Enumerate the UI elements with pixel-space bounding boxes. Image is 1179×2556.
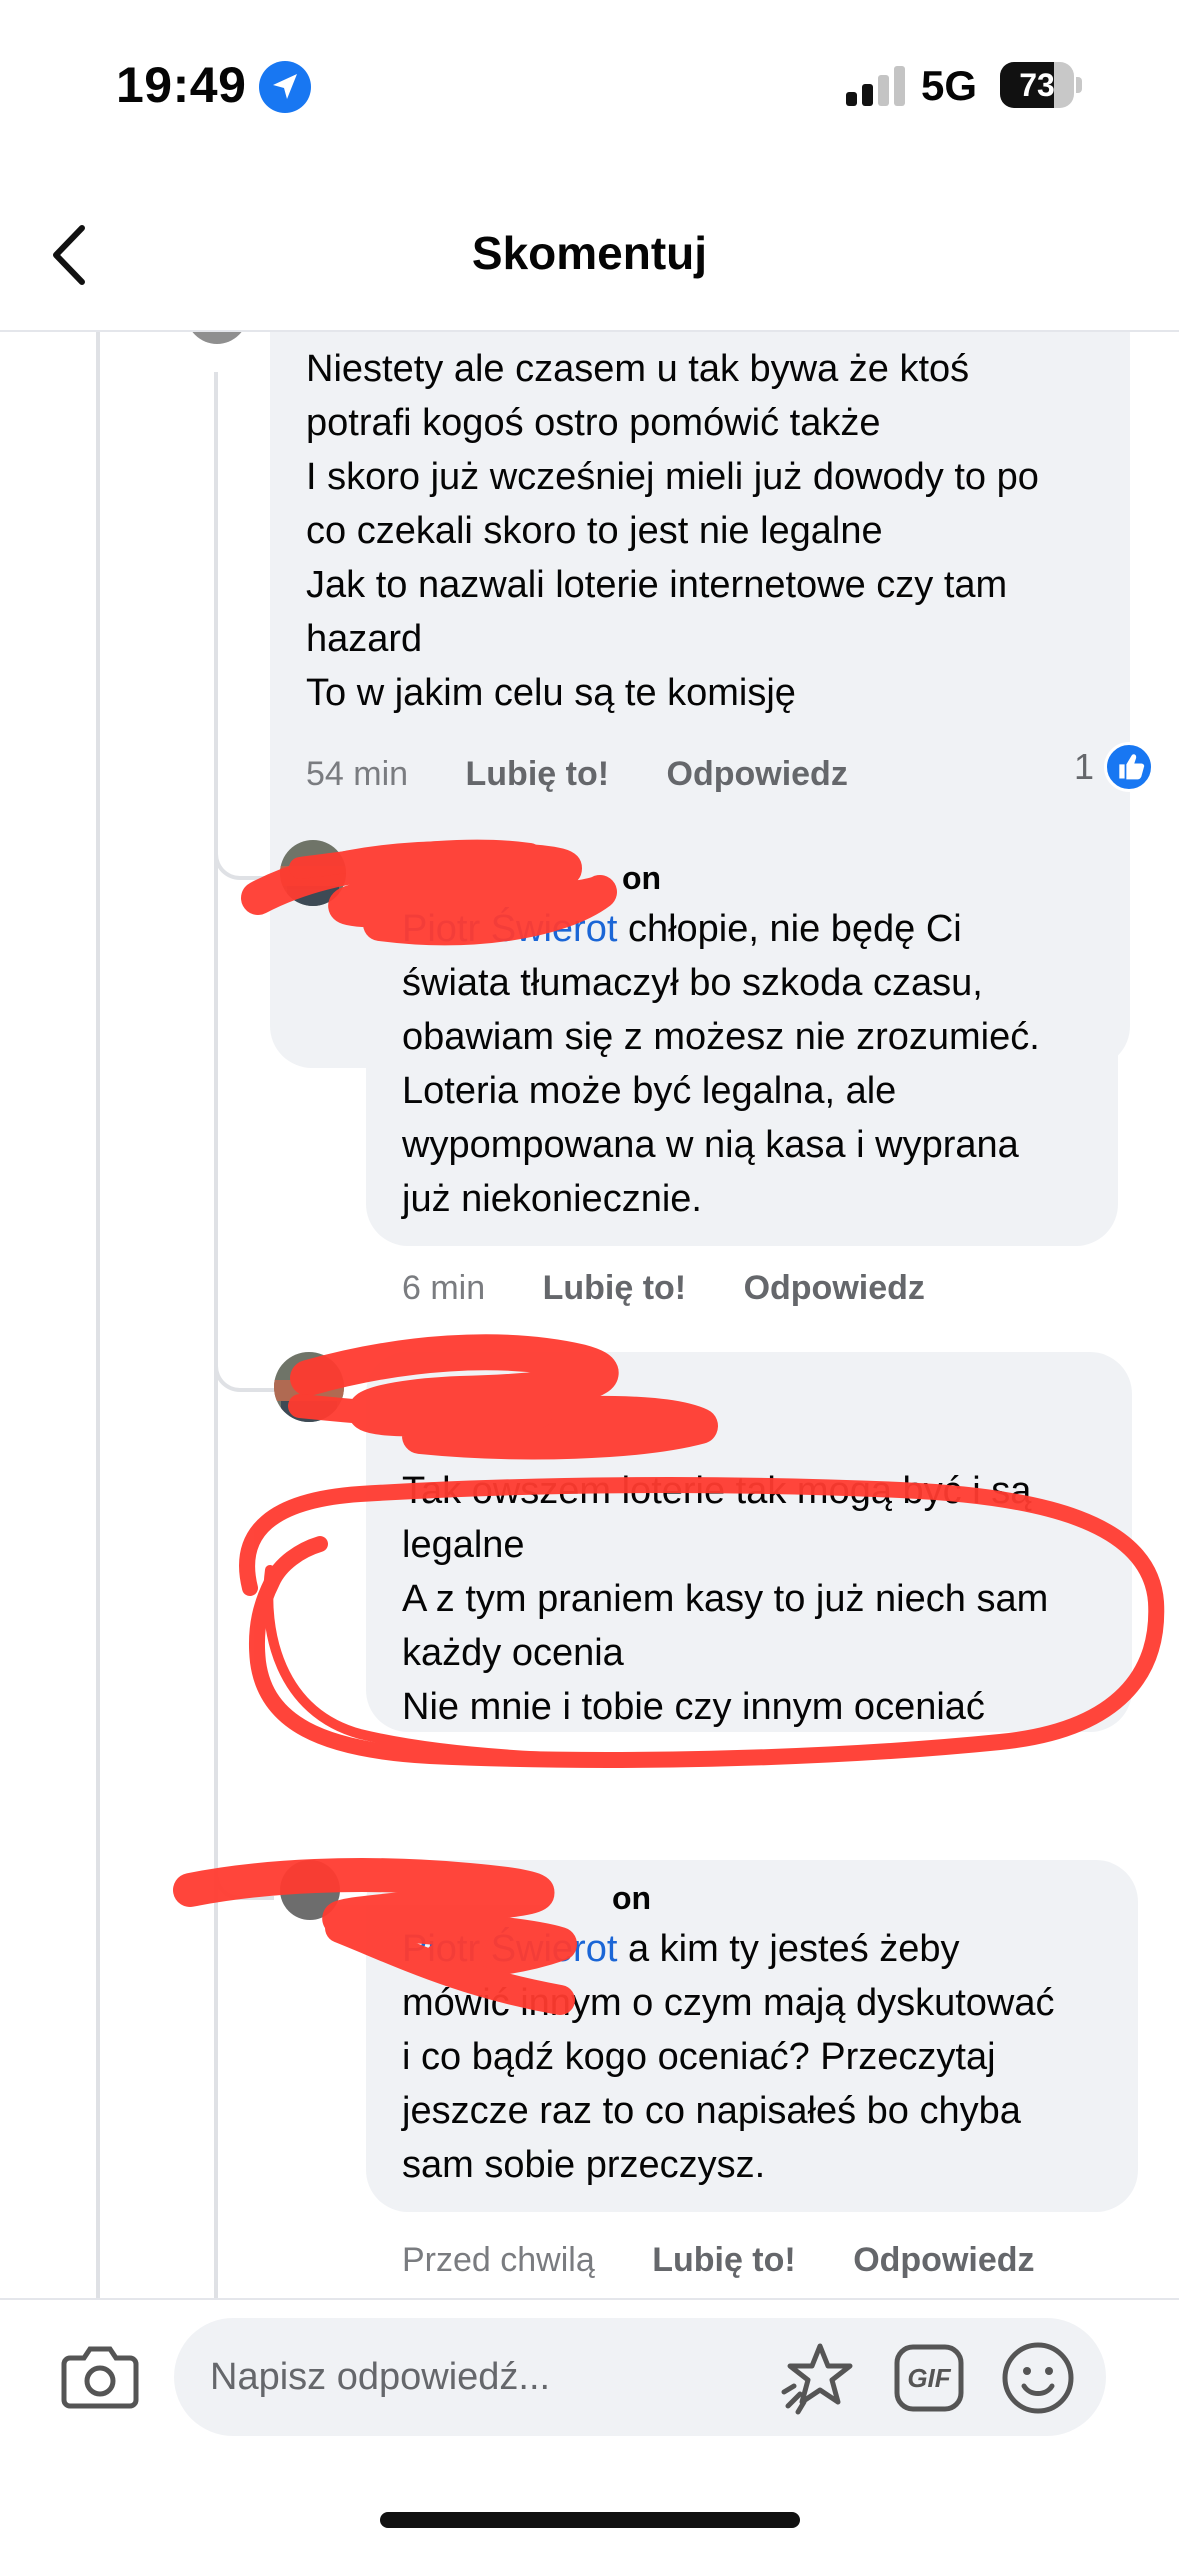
comment-text-rest: chłopie, nie będę Ci (617, 908, 962, 950)
camera-icon[interactable] (60, 2340, 140, 2412)
battery-icon: 73 (1000, 62, 1084, 108)
comment-text: każdy ocenia (402, 1632, 624, 1674)
comment-meta: 6 min Lubię to! Odpowiedz (402, 1266, 925, 1310)
like-button[interactable]: Lubię to! (652, 2238, 796, 2282)
like-button[interactable]: Lubię to! (466, 752, 610, 796)
screen: 19:49 5G 73 Skomentuj Niestety ale czase… (0, 0, 1179, 2556)
sticker-icon[interactable] (780, 2340, 856, 2416)
thread-branch (214, 1850, 274, 1900)
mention-link[interactable]: Piotr Świerot (402, 908, 617, 950)
comment-text: To w jakim celu są te komisję (306, 672, 796, 714)
gif-label: GIF (907, 2363, 951, 2393)
comment-text: wypompowana w nią kasa i wyprana (402, 1124, 1019, 1166)
comment-text-rest: a kim ty jesteś żeby (617, 1928, 960, 1970)
comment-text: obawiam się z możesz nie zrozumieć. (402, 1016, 1040, 1058)
comment-text: A z tym praniem kasy to już niech sam (402, 1578, 1049, 1620)
comment-text: Piotr Świerot chłopie, nie będę Ci (402, 902, 1082, 956)
comment-text: i co bądź kogo oceniać? Przeczytaj (402, 2036, 996, 2078)
comment-text: Niestety ale czasem u tak bywa że ktoś (306, 348, 970, 390)
comment-author[interactable]: on (402, 1878, 1102, 1918)
comment-text: hazard (306, 618, 423, 660)
comment-text: Loteria może być legalna, ale (402, 1070, 897, 1112)
comment-bubble: on Piotr Świerot chłopie, nie będę Ci św… (366, 840, 1118, 1246)
comment-text: I skoro już wcześniej mieli już dowody t… (306, 456, 1039, 498)
comment-body: Niestety ale czasem u tak bywa że ktoś p… (270, 332, 1130, 740)
comment-time: 6 min (402, 1269, 486, 1307)
home-indicator[interactable] (380, 2512, 800, 2528)
comment-time: Przed chwilą (402, 2241, 595, 2279)
reply-button[interactable]: Odpowiedz (744, 1266, 925, 1310)
comment-meta: 54 min Lubię to! Odpowiedz (306, 752, 848, 796)
comment-text: legalne (402, 1524, 525, 1566)
reply-button[interactable]: Odpowiedz (667, 752, 848, 796)
thread-branch (214, 1342, 274, 1392)
like-button[interactable]: Lubię to! (543, 1266, 687, 1310)
comment-text: sam sobie przeczysz. (402, 2144, 766, 2186)
cellular-signal-icon (846, 66, 905, 106)
comment-text: Jak to nazwali loterie internetowe czy t… (306, 564, 1008, 606)
page-title: Skomentuj (471, 227, 708, 279)
comment-text: Piotr Świerot a kim ty jesteś żeby (402, 1922, 1102, 1976)
comment-bubble: Tak owszem loterie tak mogą być i są leg… (366, 1352, 1132, 1732)
emoji-icon[interactable] (1000, 2340, 1076, 2416)
thread-branch (214, 830, 274, 880)
mention-link[interactable]: Piotr Świerot (402, 1928, 617, 1970)
reply-input[interactable] (174, 2318, 1106, 2436)
avatar[interactable] (280, 840, 346, 906)
comment-meta: Przed chwilą Lubię to! Odpowiedz (402, 2238, 1035, 2282)
gif-button[interactable]: GIF (894, 2344, 964, 2412)
location-arrow-icon (259, 61, 311, 113)
reaction-count[interactable]: 1 (1074, 746, 1094, 788)
comment-time: 54 min (306, 755, 409, 793)
status-time: 19:49 (116, 57, 247, 113)
comment-text: świata tłumaczył bo szkoda czasu, (402, 962, 983, 1004)
thread-line (96, 332, 100, 2300)
battery-level: 73 (1019, 67, 1055, 103)
avatar[interactable] (274, 1352, 344, 1422)
network-type: 5G (921, 62, 978, 109)
thumbs-up-icon (1104, 742, 1154, 792)
comment-author[interactable]: on (402, 858, 1082, 898)
thread-line (214, 372, 218, 2300)
comment-text: Tak owszem loterie tak mogą być i są (402, 1470, 1032, 1512)
comment-text: już niekoniecznie. (402, 1178, 702, 1220)
comment-text: potrafi kogoś ostro pomówić także (306, 402, 881, 444)
comment-text: mówić innym o czym mają dyskutować (402, 1982, 1055, 2024)
avatar[interactable] (280, 1860, 340, 1920)
reply-button[interactable]: Odpowiedz (853, 2238, 1034, 2282)
comment-bubble: on Piotr Świerot a kim ty jesteś żeby mó… (366, 1860, 1138, 2212)
comment-thread[interactable]: Niestety ale czasem u tak bywa że ktoś p… (0, 332, 1179, 2300)
comment-text: Nie mnie i tobie czy innym oceniać (402, 1686, 985, 1728)
comment-text: co czekali skoro to jest nie legalne (306, 510, 883, 552)
comment-text: jeszcze raz to co napisałeś bo chyba (402, 2090, 1021, 2132)
avatar[interactable] (186, 332, 248, 344)
